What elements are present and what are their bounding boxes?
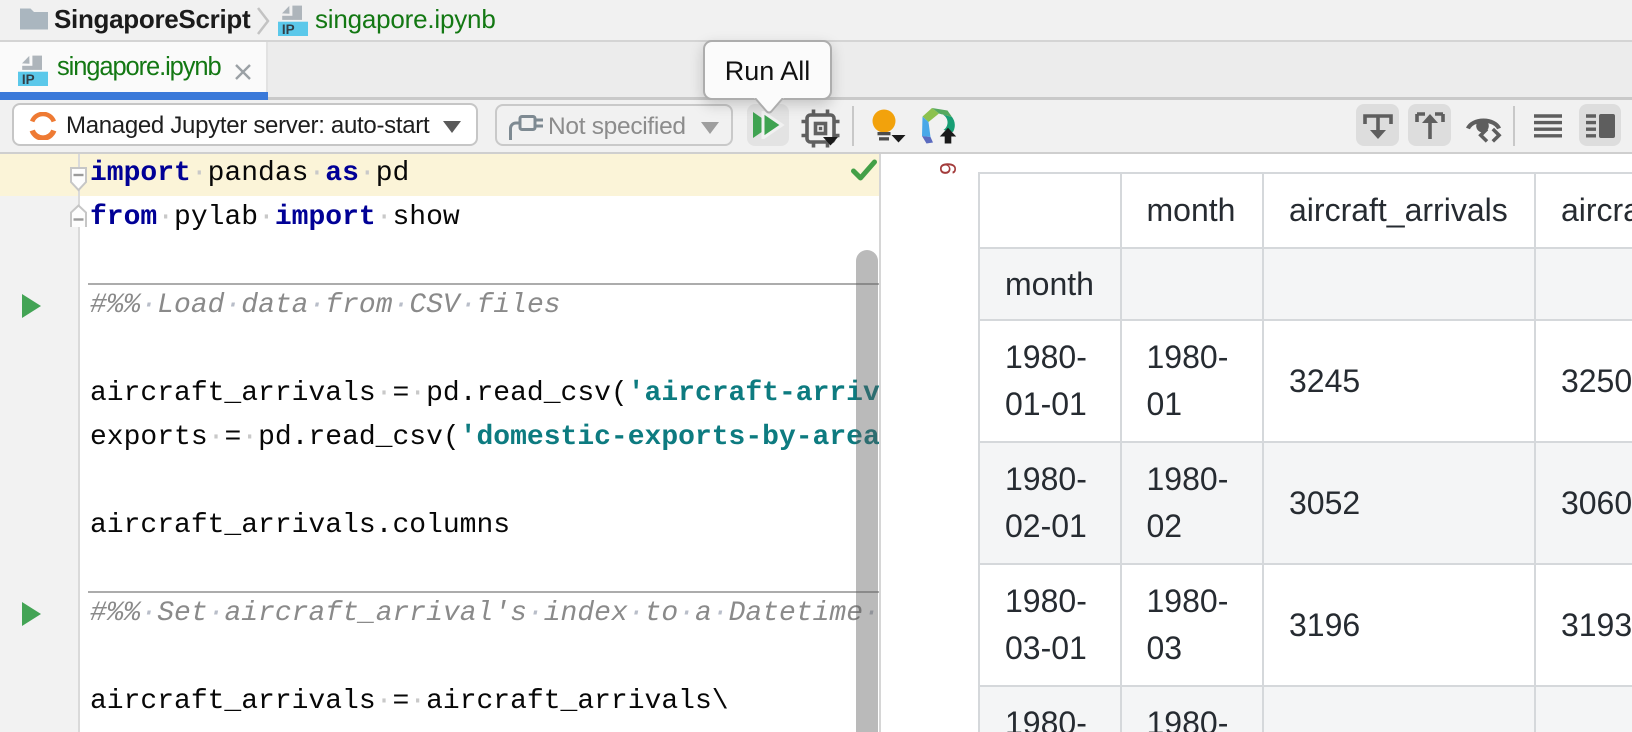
svg-text:IP: IP xyxy=(282,22,295,36)
svg-text:IP: IP xyxy=(22,72,35,86)
